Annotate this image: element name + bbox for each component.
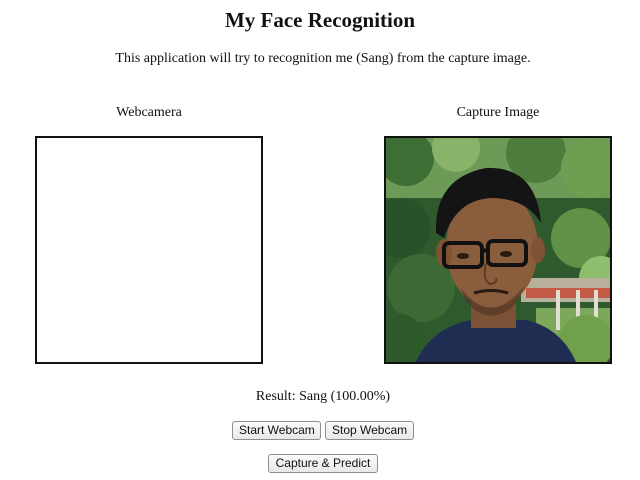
prediction-result: Result: Sang (100.00%)	[255, 389, 391, 404]
captured-face-image	[386, 138, 610, 362]
capture-label: Capture Image	[456, 105, 540, 120]
webcam-video-frame	[35, 136, 263, 364]
capture-image-frame	[384, 136, 612, 364]
start-webcam-button[interactable]: Start Webcam	[232, 421, 321, 440]
page: My Face Recognition This application wil…	[0, 0, 640, 480]
page-description: This application will try to recognition…	[115, 51, 531, 66]
webcam-label: Webcamera	[116, 105, 182, 120]
page-title: My Face Recognition	[224, 8, 416, 32]
capture-predict-button[interactable]: Capture & Predict	[268, 454, 378, 473]
stop-webcam-button[interactable]: Stop Webcam	[325, 421, 414, 440]
